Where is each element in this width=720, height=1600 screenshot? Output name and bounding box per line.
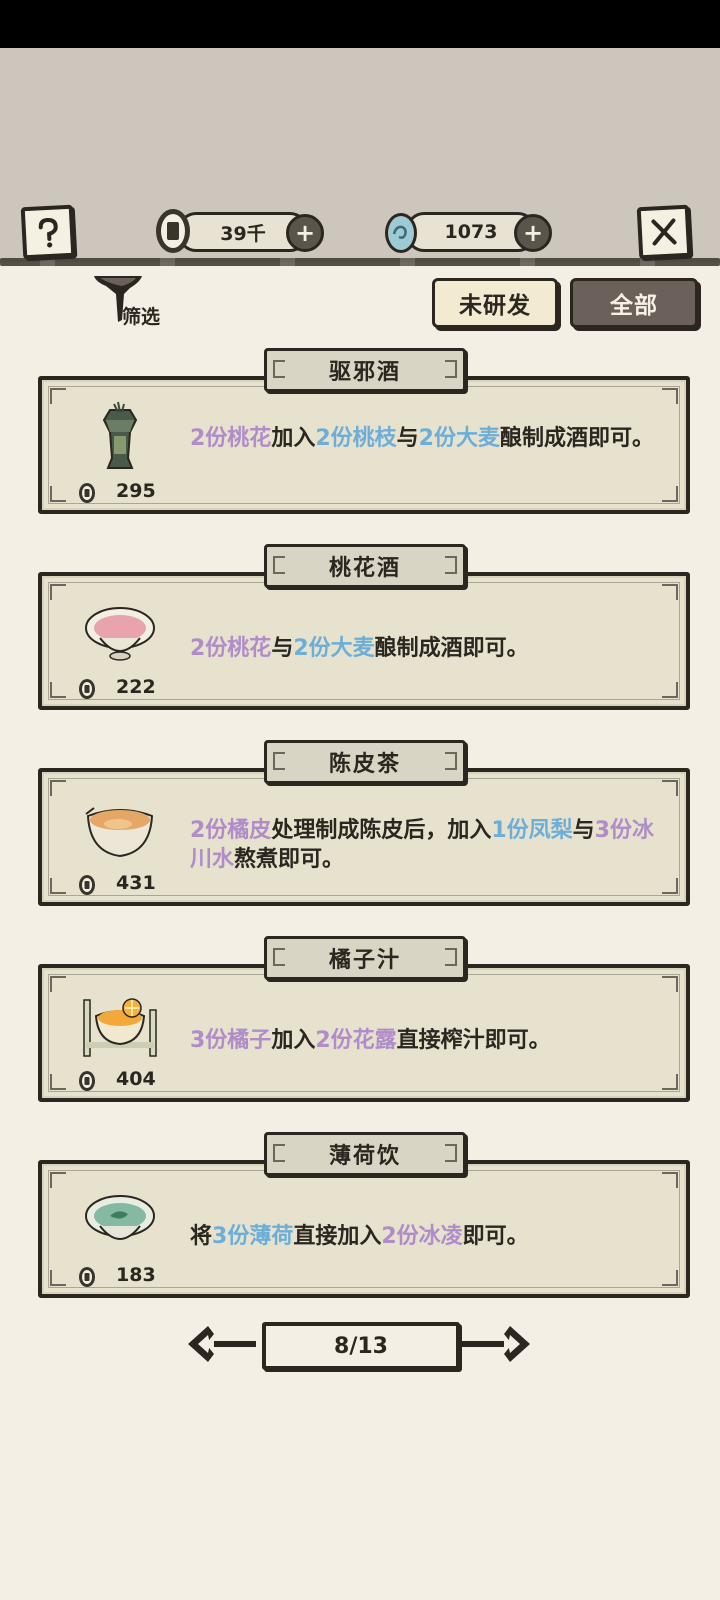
description-text: 与	[396, 426, 419, 451]
copper-coin-icon	[76, 678, 98, 700]
recipe-card[interactable]: 431 2份橘皮处理制成陈皮后，加入1份凤梨与3份冰川水熬煮即可。	[38, 768, 690, 906]
copper-coin-icon	[156, 209, 190, 253]
mint-bowl-icon	[80, 1182, 160, 1262]
card-corner-ornament	[662, 584, 678, 600]
recipe-card[interactable]: 183 将3份薄荷直接加入2份冰凌即可。	[38, 1160, 690, 1298]
card-corner-ornament	[50, 1270, 66, 1286]
recipe-title: 橘子汁	[264, 936, 466, 980]
header-background	[0, 48, 720, 262]
recipe-description: 将3份薄荷直接加入2份冰凌即可。	[190, 1222, 660, 1251]
header-divider	[0, 258, 720, 266]
recipe-description: 2份橘皮处理制成陈皮后，加入1份凤梨与3份冰川水熬煮即可。	[190, 816, 660, 874]
gem-value: 1073	[444, 221, 498, 243]
ingredient-text: 1份凤梨	[491, 818, 573, 843]
copper-coin-icon	[76, 1070, 98, 1092]
coin-value: 39千	[220, 222, 266, 245]
card-corner-ornament	[662, 1270, 678, 1286]
filter-label[interactable]: 筛选	[122, 302, 160, 329]
recipe-card[interactable]: 404 3份橘子加入2份花露直接榨汁即可。	[38, 964, 690, 1102]
recipe-price: 404	[116, 1068, 156, 1090]
card-corner-ornament	[662, 486, 678, 502]
description-text: 将	[190, 1224, 213, 1249]
question-icon	[38, 218, 58, 248]
status-bar	[0, 0, 720, 48]
card-corner-ornament	[662, 878, 678, 894]
description-text: 酿制成酒即可。	[374, 636, 529, 661]
ingredient-text: 2份桃枝	[315, 426, 397, 451]
juice-bowl-icon	[80, 986, 160, 1066]
close-button[interactable]	[636, 204, 692, 260]
pink-bowl-icon	[80, 594, 160, 674]
recipe-card[interactable]: 295 2份桃花加入2份桃枝与2份大麦酿制成酒即可。	[38, 376, 690, 514]
recipe-price: 431	[116, 872, 156, 894]
card-corner-ornament	[50, 584, 66, 600]
description-text: 加入	[271, 426, 316, 451]
jade-egg-icon	[385, 213, 417, 253]
description-text: 与	[271, 636, 294, 661]
card-corner-ornament	[50, 486, 66, 502]
recipe-title: 陈皮茶	[264, 740, 466, 784]
ingredient-text: 3份橘子	[190, 1028, 272, 1053]
page-indicator: 8/13	[262, 1322, 460, 1370]
recipe-card[interactable]: 222 2份桃花与2份大麦酿制成酒即可。	[38, 572, 690, 710]
plus-icon: +	[522, 219, 544, 247]
recipe-title: 薄荷饮	[264, 1132, 466, 1176]
card-corner-ornament	[662, 388, 678, 404]
add-gems-button[interactable]: +	[514, 214, 552, 252]
add-coins-button[interactable]: +	[286, 214, 324, 252]
card-corner-ornament	[50, 878, 66, 894]
description-text: 处理制成陈皮后，加入	[271, 818, 492, 843]
prev-page-arrow-icon[interactable]	[184, 1320, 258, 1368]
recipe-price: 222	[116, 676, 156, 698]
copper-coin-icon	[76, 874, 98, 896]
description-text: 即可。	[462, 1224, 529, 1249]
card-corner-ornament	[662, 780, 678, 796]
recipe-price: 295	[116, 480, 156, 502]
card-corner-ornament	[662, 682, 678, 698]
card-corner-ornament	[50, 1172, 66, 1188]
tab-unresearched[interactable]: 未研发	[432, 278, 558, 328]
tab-all[interactable]: 全部	[570, 278, 698, 328]
card-corner-ornament	[50, 780, 66, 796]
description-text: 加入	[271, 1028, 316, 1053]
recipe-description: 2份桃花加入2份桃枝与2份大麦酿制成酒即可。	[190, 424, 660, 453]
copper-coin-icon	[76, 482, 98, 504]
card-corner-ornament	[662, 1172, 678, 1188]
ingredient-text: 2份橘皮	[190, 818, 272, 843]
ingredient-text: 2份冰凌	[381, 1224, 463, 1249]
tea-bowl-icon	[80, 790, 160, 870]
description-text: 酿制成酒即可。	[499, 426, 654, 451]
next-page-arrow-icon[interactable]	[460, 1320, 534, 1368]
card-corner-ornament	[662, 1074, 678, 1090]
recipe-title: 桃花酒	[264, 544, 466, 588]
card-corner-ornament	[50, 1074, 66, 1090]
description-text: 熬煮即可。	[234, 847, 345, 872]
page-number: 8/13	[334, 1333, 388, 1359]
ingredient-text: 2份大麦	[293, 636, 375, 661]
card-corner-ornament	[50, 388, 66, 404]
ingredient-text: 2份花露	[315, 1028, 397, 1053]
description-text: 直接榨汁即可。	[396, 1028, 551, 1053]
plus-icon: +	[294, 219, 316, 247]
card-corner-ornament	[50, 682, 66, 698]
ingredient-text: 2份桃花	[190, 426, 272, 451]
card-corner-ornament	[662, 976, 678, 992]
recipe-description: 2份桃花与2份大麦酿制成酒即可。	[190, 634, 660, 663]
recipe-price: 183	[116, 1264, 156, 1286]
recipe-title: 驱邪酒	[264, 348, 466, 392]
close-x-icon	[651, 218, 677, 246]
card-corner-ornament	[50, 976, 66, 992]
help-button[interactable]	[20, 204, 76, 260]
description-text: 直接加入	[293, 1224, 382, 1249]
recipe-description: 3份橘子加入2份花露直接榨汁即可。	[190, 1026, 660, 1055]
copper-coin-icon	[76, 1266, 98, 1288]
description-text: 与	[572, 818, 595, 843]
lantern-jar-icon	[80, 398, 160, 478]
ingredient-text: 3份薄荷	[212, 1224, 294, 1249]
ingredient-text: 2份大麦	[418, 426, 500, 451]
ingredient-text: 2份桃花	[190, 636, 272, 661]
